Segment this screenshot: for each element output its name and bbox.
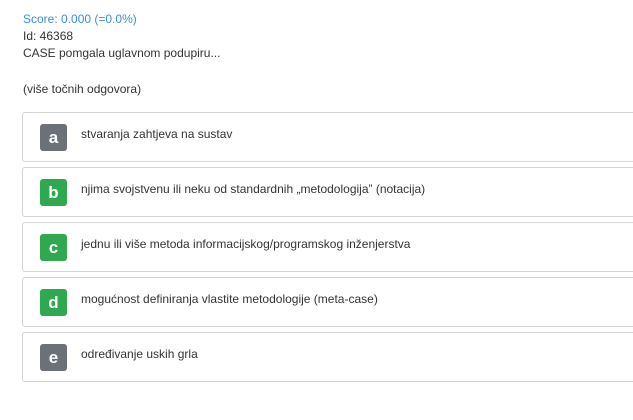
- answer-text: mogućnost definiranja vlastite metodolog…: [81, 292, 378, 306]
- answer-text: stvaranja zahtjeva na sustav: [81, 127, 233, 141]
- answer-option-c[interactable]: c jednu ili više metoda informacijskog/p…: [22, 222, 633, 272]
- score-text: Score: 0.000 (=0.0%): [23, 12, 137, 26]
- answer-letter-badge: e: [40, 344, 67, 371]
- answer-option-b[interactable]: b njima svojstvenu ili neku od standardn…: [22, 167, 633, 217]
- question-header: Score: 0.000 (=0.0%) Id: 46368 CASE pomg…: [23, 11, 220, 62]
- answer-option-a[interactable]: a stvaranja zahtjeva na sustav: [22, 112, 633, 162]
- answer-letter-badge: a: [40, 124, 67, 151]
- answer-hint: (više točnih odgovora): [23, 82, 142, 96]
- question-text: CASE pomgala uglavnom podupiru...: [23, 46, 221, 60]
- answer-list: a stvaranja zahtjeva na sustav b njima s…: [22, 112, 633, 387]
- question-id: Id: 46368: [23, 29, 74, 43]
- answer-text: njima svojstvenu ili neku od standardnih…: [81, 182, 426, 196]
- answer-letter-badge: c: [40, 234, 67, 261]
- answer-option-d[interactable]: d mogućnost definiranja vlastite metodol…: [22, 277, 633, 327]
- answer-text: jednu ili više metoda informacijskog/pro…: [81, 237, 411, 251]
- answer-letter-badge: b: [40, 179, 67, 206]
- answer-option-e[interactable]: e određivanje uskih grla: [22, 332, 633, 382]
- answer-text: određivanje uskih grla: [81, 347, 198, 361]
- answer-letter-badge: d: [40, 289, 67, 316]
